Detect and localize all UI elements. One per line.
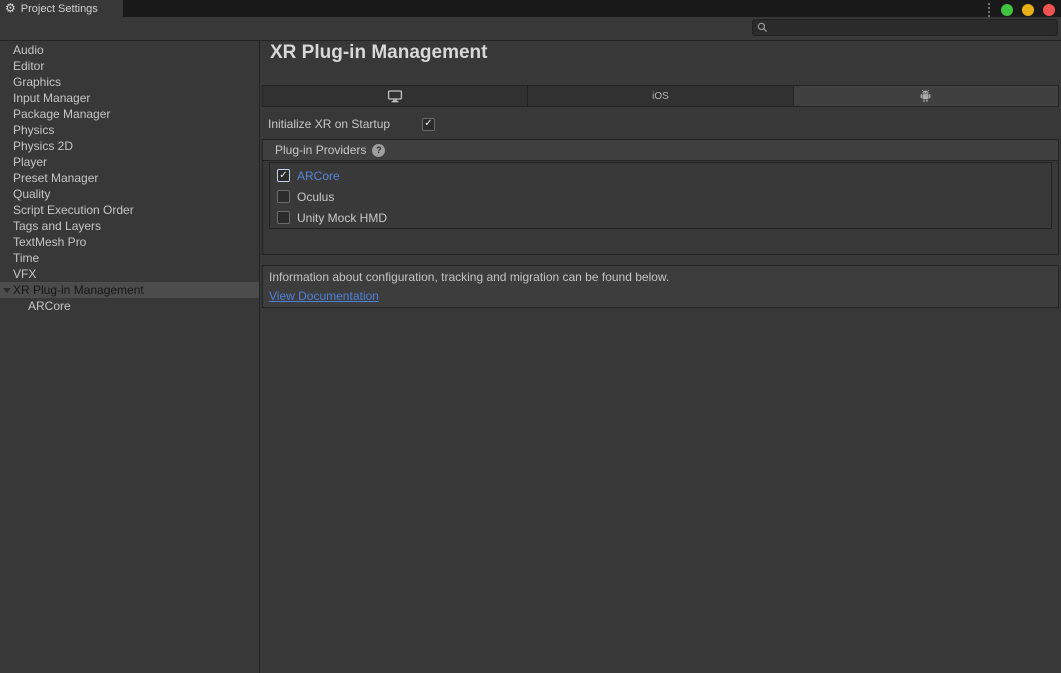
provider-label[interactable]: ARCore [297, 169, 340, 183]
provider-label[interactable]: Unity Mock HMD [297, 211, 387, 225]
initialize-xr-label: Initialize XR on Startup [268, 117, 422, 131]
help-icon[interactable]: ? [372, 144, 385, 157]
view-documentation-link[interactable]: View Documentation [269, 289, 379, 303]
sidebar-item-child[interactable]: ARCore [0, 298, 259, 314]
provider-checkbox[interactable] [277, 190, 290, 203]
gear-icon: ⚙ [5, 0, 16, 17]
provider-row: Unity Mock HMD [270, 207, 1051, 228]
sidebar-item-selected[interactable]: XR Plug-in Management [0, 282, 259, 298]
kebab-menu-icon[interactable] [986, 2, 992, 18]
toolbar [0, 17, 1061, 41]
provider-row: Oculus [270, 186, 1051, 207]
platform-tab-android[interactable] [794, 86, 1058, 106]
sidebar-item[interactable]: Time [0, 250, 259, 266]
plugin-providers-title: Plug-in Providers [275, 143, 366, 157]
sidebar-item[interactable]: Quality [0, 186, 259, 202]
search-box[interactable] [752, 19, 1058, 36]
plugin-providers-header: Plug-in Providers ? [263, 140, 1058, 161]
info-box: Information about configuration, trackin… [262, 265, 1059, 308]
sidebar-item[interactable]: Physics 2D [0, 138, 259, 154]
sidebar-item[interactable]: Input Manager [0, 90, 259, 106]
window-dot-yellow[interactable] [1022, 4, 1034, 16]
ios-tab-label: iOS [652, 91, 669, 102]
sidebar-item[interactable]: Tags and Layers [0, 218, 259, 234]
provider-label[interactable]: Oculus [297, 190, 334, 204]
initialize-checkbox[interactable] [422, 118, 435, 131]
search-input[interactable] [772, 22, 1052, 34]
provider-row: ARCore [270, 165, 1051, 186]
sidebar-item[interactable]: Graphics [0, 74, 259, 90]
main-panel: XR Plug-in Management iOS [260, 41, 1061, 673]
sidebar-item[interactable]: Physics [0, 122, 259, 138]
provider-checkbox[interactable] [277, 211, 290, 224]
sidebar-item[interactable]: TextMesh Pro [0, 234, 259, 250]
search-icon [757, 22, 768, 33]
sidebar-item[interactable]: VFX [0, 266, 259, 282]
plugin-providers-box: Plug-in Providers ? ARCore Oculus [262, 139, 1059, 255]
platform-tab-ios[interactable]: iOS [528, 86, 792, 106]
sidebar-item[interactable]: Package Manager [0, 106, 259, 122]
provider-checkbox[interactable] [277, 169, 290, 182]
android-icon [919, 89, 932, 103]
sidebar-item[interactable]: Script Execution Order [0, 202, 259, 218]
sidebar-item[interactable]: Player [0, 154, 259, 170]
window-tab-project-settings[interactable]: ⚙ Project Settings [0, 0, 123, 17]
sidebar-item[interactable]: Preset Manager [0, 170, 259, 186]
platform-tab-bar: iOS [262, 85, 1059, 107]
info-text: Information about configuration, trackin… [269, 270, 1052, 284]
settings-sidebar: Audio Editor Graphics Input Manager Pack… [0, 41, 260, 673]
window-controls [986, 2, 1055, 18]
sidebar-item[interactable]: Editor [0, 58, 259, 74]
page-title: XR Plug-in Management [270, 42, 487, 64]
initialize-xr-row: Initialize XR on Startup [268, 116, 435, 132]
provider-list: ARCore Oculus Unity Mock HMD [269, 162, 1052, 229]
window-dot-green[interactable] [1001, 4, 1013, 16]
window-dot-red[interactable] [1043, 4, 1055, 16]
window-tab-title: Project Settings [21, 3, 98, 15]
project-settings-window: ⚙ Project Settings Audio Editor Graphics [0, 0, 1061, 673]
foldout-triangle-icon[interactable] [3, 288, 11, 293]
monitor-icon [387, 90, 403, 103]
sidebar-item[interactable]: Audio [0, 42, 259, 58]
titlebar: ⚙ Project Settings [0, 0, 1061, 17]
platform-tab-desktop[interactable] [263, 86, 527, 106]
